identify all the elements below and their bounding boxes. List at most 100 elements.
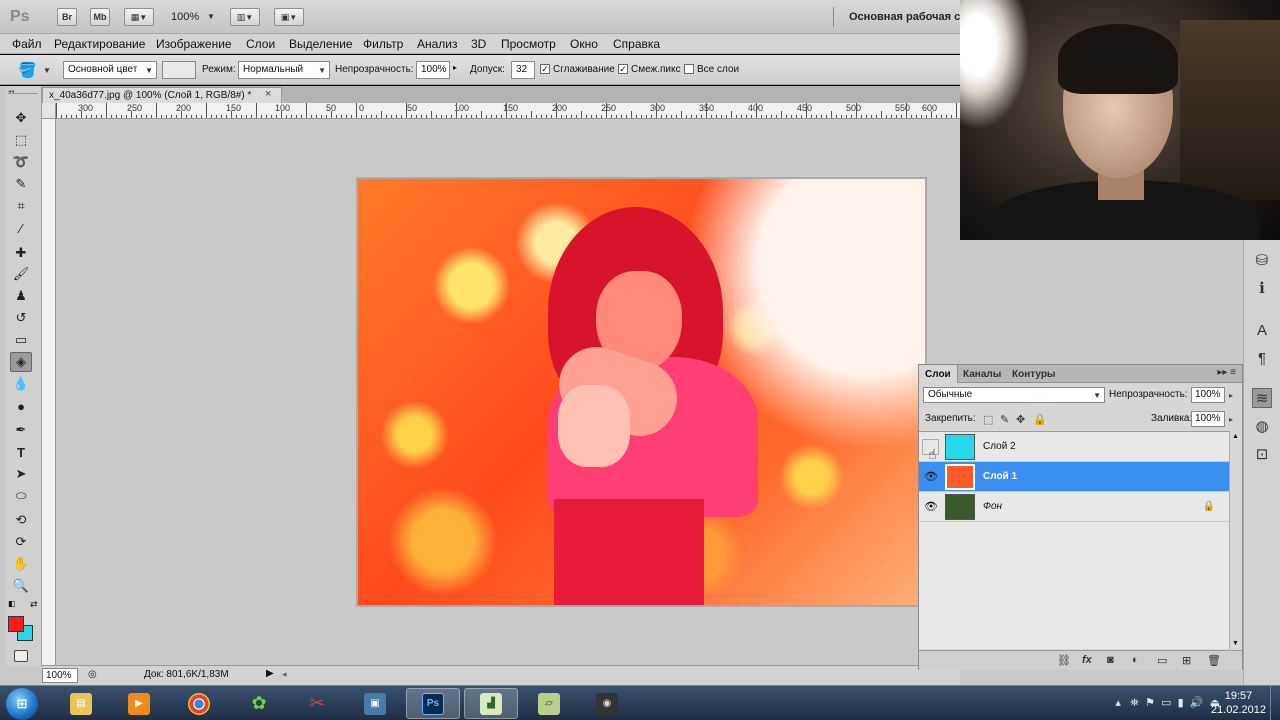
paint-bucket-icon[interactable]: 🪣 — [18, 61, 37, 79]
lasso-tool-icon[interactable]: ➰ — [10, 152, 32, 172]
status-menu-icon[interactable]: ▶ — [266, 668, 274, 679]
3d-orbit-tool-icon[interactable]: ⟳ — [10, 532, 32, 552]
opacity-slider-icon[interactable]: ▸ — [453, 63, 457, 72]
taskbar-media-player[interactable]: ▶ — [112, 688, 166, 719]
taskbar-photoshop[interactable]: Ps — [406, 688, 460, 719]
menu-window[interactable]: Окно — [570, 37, 598, 51]
taskbar-flower-app[interactable]: ✿ — [232, 688, 286, 719]
tolerance-input[interactable]: 32 — [511, 61, 535, 79]
move-tool-icon[interactable]: ✥ — [10, 108, 32, 128]
history-panel-icon[interactable]: ⛁ — [1252, 250, 1272, 270]
taskbar-notes-app[interactable]: ▱ — [522, 688, 576, 719]
transform-panel-icon[interactable]: ⊡ — [1252, 444, 1272, 464]
fill-source-select[interactable]: Основной цвет ▼ — [63, 61, 157, 79]
layer-style-icon[interactable]: fx — [1082, 654, 1092, 666]
dodge-tool-icon[interactable]: ● — [10, 396, 32, 416]
eraser-tool-icon[interactable]: ▭ — [10, 330, 32, 350]
tray-display-icon[interactable]: ▭ — [1161, 697, 1171, 709]
path-select-tool-icon[interactable]: ➤ — [10, 464, 32, 484]
taskbar-video-app[interactable]: ◉ — [580, 688, 634, 719]
image-canvas[interactable] — [358, 179, 925, 605]
3d-panel-icon[interactable]: ◍ — [1252, 416, 1272, 436]
pattern-picker[interactable] — [162, 61, 196, 79]
healing-brush-tool-icon[interactable]: ✚ — [10, 243, 32, 263]
taskbar-clock[interactable]: 19:57 21.02.2012 — [1211, 689, 1266, 717]
lock-position-icon[interactable]: ✥ — [1016, 413, 1025, 426]
layers-panel-icon[interactable]: ≋ — [1252, 388, 1272, 408]
menu-view[interactable]: Просмотр — [501, 37, 556, 51]
tray-volume-icon[interactable]: 🔊 — [1190, 697, 1204, 709]
system-tray[interactable]: ▴ ⛯ ⚑ ▭ ▮ 🔊 ⏏ — [1115, 696, 1220, 710]
menu-help[interactable]: Справка — [613, 37, 660, 51]
quick-mask-icon[interactable] — [14, 650, 28, 662]
menu-image[interactable]: Изображение — [156, 37, 232, 51]
vertical-ruler[interactable] — [42, 103, 56, 665]
scroll-left-icon[interactable]: ◂ — [282, 669, 287, 680]
lock-image-icon[interactable]: ✎ — [1000, 413, 1009, 426]
status-zoom-input[interactable]: 100% — [42, 668, 78, 683]
menu-analysis[interactable]: Анализ — [417, 37, 458, 51]
show-desktop-button[interactable] — [1270, 686, 1280, 720]
eye-icon[interactable]: 👁 — [923, 500, 939, 514]
eye-icon[interactable]: 👁 — [923, 470, 939, 484]
paint-bucket-tool-icon[interactable]: ◈ — [10, 352, 32, 372]
menu-filter[interactable]: Фильтр — [363, 37, 403, 51]
tab-paths[interactable]: Контуры — [1006, 365, 1061, 383]
fill-slider-icon[interactable]: ▸ — [1225, 411, 1237, 427]
mode-select[interactable]: Нормальный ▼ — [238, 61, 330, 79]
crop-tool-icon[interactable]: ⌗ — [10, 196, 32, 216]
layer-row-layer-2[interactable]: Слой 2 — [919, 432, 1229, 462]
zoom-tool-icon[interactable]: 🔍 — [10, 576, 32, 596]
tray-network-icon[interactable]: ⛯ — [1130, 697, 1139, 709]
arrange-documents-button[interactable]: ▥ ▼ — [230, 8, 260, 26]
lock-transparency-icon[interactable]: ⬚ — [983, 413, 993, 426]
foreground-color-swatch[interactable] — [8, 616, 24, 632]
lock-all-icon[interactable]: 🔒 — [1033, 413, 1047, 426]
all-layers-checkbox[interactable] — [684, 64, 694, 74]
brush-tool-icon[interactable]: 🖌 — [10, 264, 32, 284]
taskbar-explorer[interactable]: ▤ — [54, 688, 108, 719]
blend-mode-select[interactable]: Обычные ▼ — [923, 387, 1105, 403]
3d-rotate-tool-icon[interactable]: ⟲ — [10, 510, 32, 530]
menu-3d[interactable]: 3D — [471, 37, 486, 51]
layer-row-layer-1[interactable]: 👁 Слой 1 — [919, 462, 1229, 492]
bridge-button[interactable]: Br — [57, 8, 77, 26]
taskbar-camera-app[interactable]: ▣ — [348, 688, 402, 719]
default-colors-icon[interactable]: ◧ — [8, 599, 16, 608]
tab-layers[interactable]: Слои — [919, 365, 958, 383]
ruler-origin[interactable] — [42, 103, 56, 119]
screen-mode-button[interactable]: ▣ ▼ — [274, 8, 304, 26]
layers-scrollbar[interactable]: ▲ ▼ — [1229, 431, 1242, 649]
layer-mask-icon[interactable]: ◙ — [1107, 654, 1114, 666]
panel-menu-icon[interactable]: ▸▸ ≡ — [1217, 367, 1236, 378]
eyedropper-tool-icon[interactable]: ⁄ — [10, 218, 32, 238]
swap-colors-icon[interactable]: ⇄ — [30, 599, 38, 610]
type-tool-icon[interactable]: T — [10, 442, 32, 462]
new-group-icon[interactable]: ▭ — [1157, 654, 1167, 667]
hand-tool-icon[interactable]: ✋ — [10, 554, 32, 574]
document-size-info[interactable]: Док: 801,6K/1,83M — [144, 669, 229, 680]
status-info-icon[interactable]: ◎ — [88, 669, 97, 680]
quick-select-tool-icon[interactable]: ✎ — [10, 174, 32, 194]
start-button[interactable]: ⊞ — [6, 688, 38, 720]
mini-bridge-button[interactable]: Mb — [90, 8, 110, 26]
link-layers-icon[interactable]: ⛓ — [1057, 654, 1071, 667]
scroll-down-icon[interactable]: ▼ — [1232, 640, 1239, 647]
taskbar-chart-app[interactable]: ▟ — [464, 688, 518, 719]
character-panel-icon[interactable]: A — [1252, 320, 1272, 340]
adjustment-layer-icon[interactable]: ◐ — [1132, 654, 1139, 666]
paragraph-panel-icon[interactable]: ¶ — [1252, 348, 1272, 368]
ellipse-tool-icon[interactable]: ⬭ — [10, 486, 32, 506]
opacity-input[interactable]: 100% — [416, 61, 450, 79]
layer-row-background[interactable]: 👁 Фон 🔒 — [919, 492, 1229, 522]
new-layer-icon[interactable]: ⊞ — [1182, 654, 1191, 667]
history-brush-tool-icon[interactable]: ↺ — [10, 308, 32, 328]
menu-file[interactable]: Файл — [12, 37, 42, 51]
marquee-tool-icon[interactable]: ⬚ — [10, 130, 32, 150]
clone-stamp-tool-icon[interactable]: ♟ — [10, 286, 32, 306]
info-panel-icon[interactable]: ℹ — [1252, 278, 1272, 298]
collapse-icon[interactable]: ◂◂ — [8, 88, 38, 95]
scroll-up-icon[interactable]: ▲ — [1232, 433, 1239, 440]
tray-wifi-icon[interactable]: ▮ — [1178, 697, 1184, 709]
pen-tool-icon[interactable]: ✒ — [10, 420, 32, 440]
